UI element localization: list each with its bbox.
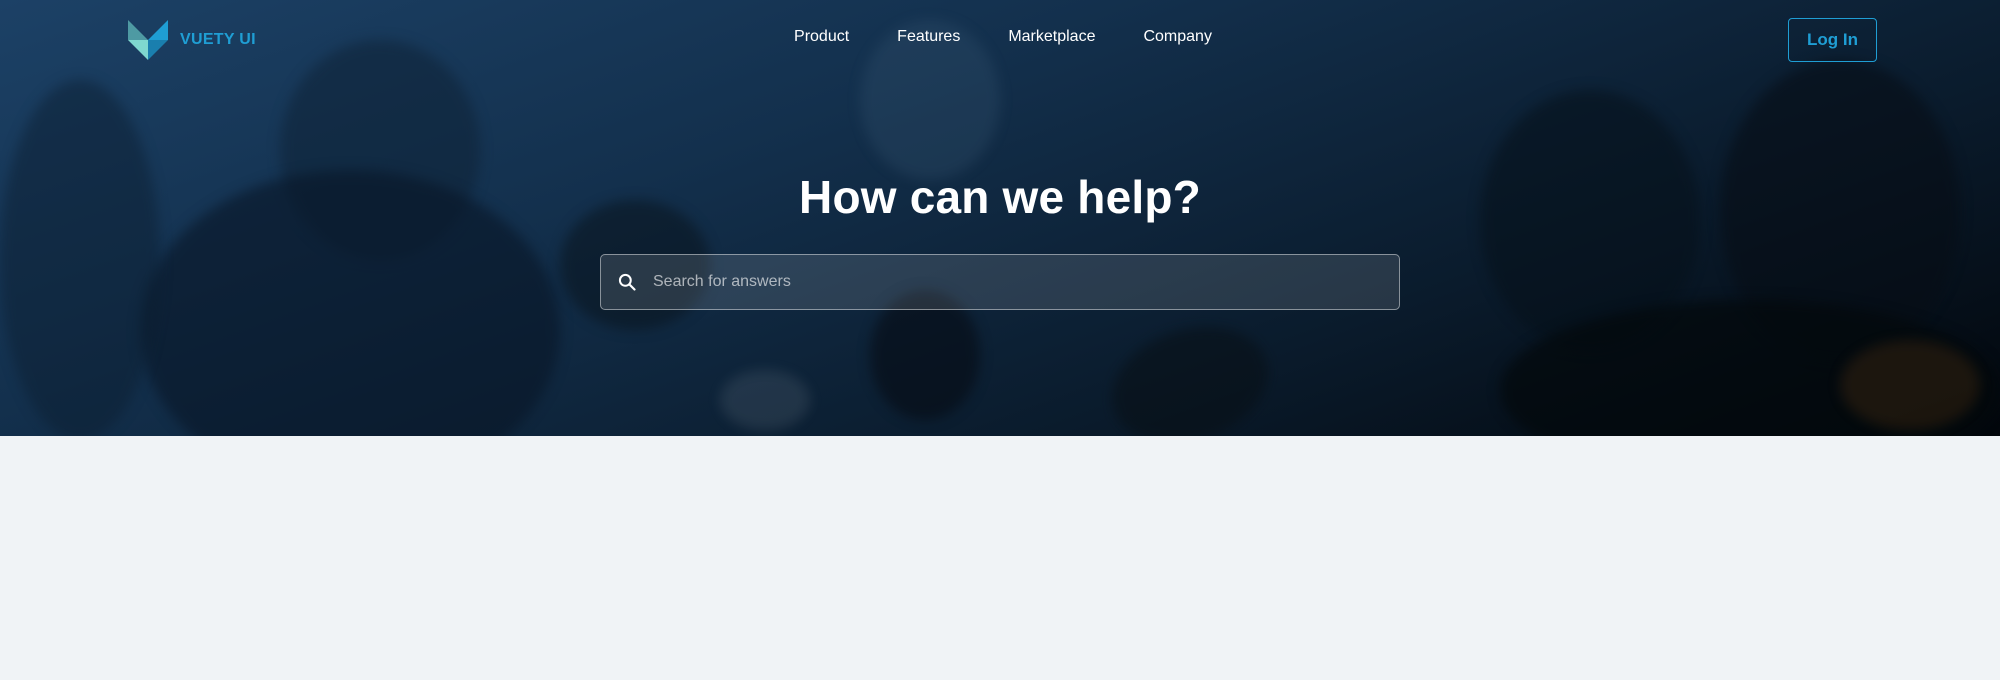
hero-background-shape bbox=[1840, 340, 1980, 430]
search-input[interactable] bbox=[653, 255, 1399, 309]
nav-item-product[interactable]: Product bbox=[794, 28, 849, 46]
page-content-area bbox=[0, 436, 2000, 680]
hero-background-shape bbox=[720, 370, 810, 430]
nav-item-company[interactable]: Company bbox=[1143, 28, 1211, 46]
hero-headline: How can we help? bbox=[799, 171, 1201, 223]
login-button[interactable]: Log In bbox=[1788, 18, 1877, 62]
search-icon bbox=[601, 272, 653, 292]
hero-background-shape bbox=[0, 80, 160, 436]
hero-section: VUETY UI Product Features Marketplace Co… bbox=[0, 0, 2000, 436]
main-nav: Product Features Marketplace Company bbox=[0, 28, 2000, 46]
nav-item-marketplace[interactable]: Marketplace bbox=[1008, 28, 1095, 46]
search-box[interactable] bbox=[600, 254, 1400, 310]
hero-background-shape bbox=[1096, 307, 1284, 436]
nav-item-features[interactable]: Features bbox=[897, 28, 960, 46]
